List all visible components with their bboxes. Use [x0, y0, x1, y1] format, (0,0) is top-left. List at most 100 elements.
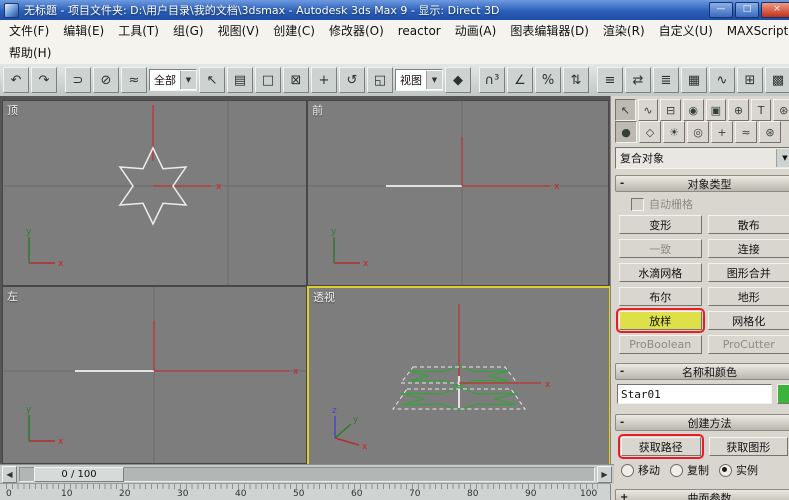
- procutter-button[interactable]: ProCutter: [707, 335, 789, 354]
- align-icon[interactable]: ≣: [653, 67, 679, 93]
- subtab-helpers[interactable]: +: [711, 121, 733, 143]
- rollout-creation-method[interactable]: - 创建方法: [615, 414, 789, 431]
- collapse-icon: -: [620, 366, 625, 377]
- radio-copy[interactable]: [670, 463, 683, 477]
- menu-reactor[interactable]: reactor: [391, 21, 448, 41]
- select-object-icon[interactable]: ↖: [199, 67, 225, 93]
- unlink-selection-icon[interactable]: ⊘: [93, 67, 119, 93]
- rectangular-selection-region-icon[interactable]: □: [255, 67, 281, 93]
- close-button[interactable]: ×: [761, 2, 789, 18]
- y-axis-label: y: [353, 415, 359, 425]
- object-color-swatch[interactable]: [777, 384, 789, 404]
- select-and-move-icon[interactable]: +: [311, 67, 337, 93]
- terrain-button[interactable]: 地形: [707, 287, 789, 306]
- mesher-button[interactable]: 网格化: [707, 311, 789, 330]
- select-by-name-icon[interactable]: ▤: [227, 67, 253, 93]
- viewport-top-label[interactable]: 顶: [7, 102, 18, 118]
- tab-config[interactable]: ⊛: [773, 99, 789, 121]
- redo-icon[interactable]: ↷: [31, 67, 57, 93]
- menu-tools[interactable]: 工具(T): [111, 21, 166, 41]
- geometry-category-dropdown[interactable]: 复合对象 ▼: [615, 147, 789, 169]
- connect-button[interactable]: 连接: [707, 239, 789, 258]
- loft-button-active[interactable]: 放样: [616, 308, 704, 333]
- tab-utilities[interactable]: ⊕: [728, 99, 749, 121]
- radio-move[interactable]: [621, 463, 634, 477]
- autogrid-checkbox[interactable]: [631, 197, 644, 211]
- x-axis-label: x: [363, 259, 369, 269]
- get-shape-button[interactable]: 获取图形: [708, 437, 788, 456]
- viewport-front-label[interactable]: 前: [312, 102, 323, 118]
- select-and-scale-icon[interactable]: ◱: [367, 67, 393, 93]
- menu-help[interactable]: 帮助(H): [2, 43, 58, 63]
- next-frame-button[interactable]: ▶: [597, 466, 612, 483]
- bind-to-spacewarp-icon[interactable]: ≈: [121, 67, 147, 93]
- viewport-perspective-active[interactable]: x x y z 透视: [307, 286, 611, 466]
- reference-coordsys-value: 视图: [400, 74, 422, 87]
- rollout-name-color[interactable]: - 名称和颜色: [615, 363, 789, 380]
- menu-rendering[interactable]: 渲染(R): [596, 21, 652, 41]
- menu-animation[interactable]: 动画(A): [448, 21, 504, 41]
- tab-modify[interactable]: ∿: [637, 99, 659, 121]
- time-slider-track[interactable]: 0 / 100: [19, 467, 595, 482]
- viewport-perspective-label[interactable]: 透视: [313, 289, 335, 305]
- subtab-shapes[interactable]: ◇: [639, 121, 661, 143]
- subtab-systems[interactable]: ⊛: [759, 121, 781, 143]
- spinner-snap-icon[interactable]: ⇅: [563, 67, 589, 93]
- menu-file[interactable]: 文件(F): [2, 21, 56, 41]
- select-and-rotate-icon[interactable]: ↺: [339, 67, 365, 93]
- layer-manager-icon[interactable]: ▦: [681, 67, 707, 93]
- menu-group[interactable]: 组(G): [166, 21, 211, 41]
- morph-button[interactable]: 变形: [619, 215, 702, 234]
- menu-views[interactable]: 视图(V): [211, 21, 267, 41]
- snap-toggle-3d-icon[interactable]: ∩³: [479, 67, 505, 93]
- subtab-lights[interactable]: ☀: [663, 121, 685, 143]
- percent-snap-icon[interactable]: %: [535, 67, 561, 93]
- viewport-top[interactable]: x x y 顶: [2, 100, 307, 286]
- object-name-input[interactable]: [617, 384, 772, 404]
- radio-instance-selected[interactable]: [719, 463, 732, 477]
- mirror-icon[interactable]: ⇄: [625, 67, 651, 93]
- tab-maxscript[interactable]: T: [750, 99, 772, 121]
- tab-create[interactable]: ↖: [615, 99, 636, 121]
- selection-filter-dropdown[interactable]: 全部 ▼: [149, 69, 197, 91]
- tab-display[interactable]: ▣: [705, 99, 727, 121]
- window-crossing-icon[interactable]: ⊠: [283, 67, 309, 93]
- boolean-button[interactable]: 布尔: [619, 287, 702, 306]
- minimize-button[interactable]: —: [709, 2, 733, 18]
- menu-graph-editors[interactable]: 图表编辑器(D): [503, 21, 596, 41]
- shapemerge-button[interactable]: 图形合并: [707, 263, 789, 282]
- subtab-cameras[interactable]: ◎: [687, 121, 709, 143]
- time-slider-handle[interactable]: 0 / 100: [34, 467, 124, 482]
- material-editor-icon[interactable]: ▩: [765, 67, 789, 93]
- tab-motion[interactable]: ◉: [682, 99, 704, 121]
- conform-button[interactable]: 一致: [619, 239, 702, 258]
- curve-editor-icon[interactable]: ∿: [709, 67, 735, 93]
- get-path-button[interactable]: 获取路径: [618, 434, 703, 459]
- menu-maxscript[interactable]: MAXScript(M): [720, 21, 789, 41]
- subtab-space-warps[interactable]: ≈: [735, 121, 757, 143]
- menu-customize[interactable]: 自定义(U): [652, 21, 720, 41]
- viewport-left-label[interactable]: 左: [7, 288, 18, 304]
- rollout-object-type[interactable]: - 对象类型: [615, 175, 789, 192]
- scatter-button[interactable]: 散布: [707, 215, 789, 234]
- named-selection-sets-icon[interactable]: ≡: [597, 67, 623, 93]
- viewport-left[interactable]: x x y 左: [2, 286, 307, 464]
- subtab-geometry[interactable]: ●: [615, 121, 637, 143]
- menu-edit[interactable]: 编辑(E): [56, 21, 111, 41]
- rollout-surface-parameters[interactable]: + 曲面参数: [615, 489, 789, 500]
- proboolean-button[interactable]: ProBoolean: [619, 335, 702, 354]
- previous-frame-button[interactable]: ◀: [2, 466, 17, 483]
- track-bar[interactable]: 0 10 20 30 40 50 60 70 80 90 100: [0, 483, 610, 500]
- select-and-link-icon[interactable]: ⊃: [65, 67, 91, 93]
- menu-create[interactable]: 创建(C): [266, 21, 322, 41]
- angle-snap-icon[interactable]: ∠: [507, 67, 533, 93]
- reference-coordsys-dropdown[interactable]: 视图 ▼: [395, 69, 443, 91]
- maximize-button[interactable]: □: [735, 2, 759, 18]
- select-and-manipulate-icon[interactable]: ◆: [445, 67, 471, 93]
- menu-modifiers[interactable]: 修改器(O): [322, 21, 391, 41]
- blobmesh-button[interactable]: 水滴网格: [619, 263, 702, 282]
- undo-icon[interactable]: ↶: [3, 67, 29, 93]
- tab-hierarchy[interactable]: ⊟: [660, 99, 681, 121]
- viewport-front[interactable]: x x y 前: [307, 100, 609, 286]
- schematic-view-icon[interactable]: ⊞: [737, 67, 763, 93]
